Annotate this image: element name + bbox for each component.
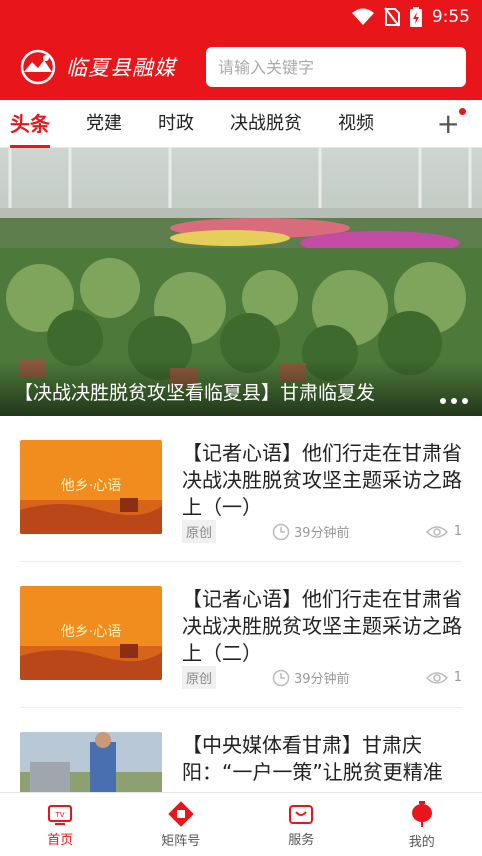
news-list: 他乡·心语 【记者心语】他们行走在甘肃省决战决胜脱贫攻坚主题采访之路上（一） 原… xyxy=(0,416,482,854)
lantern-icon xyxy=(411,800,432,827)
nav-profile-label: 我的 xyxy=(408,834,435,850)
news-item[interactable]: 他乡·心语 【记者心语】他们行走在甘肃省决战决胜脱贫攻坚主题采访之路上（一） 原… xyxy=(20,416,462,562)
no-sim-icon xyxy=(384,7,400,27)
nav-service[interactable]: 服务 xyxy=(241,793,362,856)
banner-caption[interactable]: 【决战决胜脱贫攻坚看临夏县】甘肃临夏发 xyxy=(0,360,482,416)
svg-text:TV: TV xyxy=(55,811,65,819)
search-box[interactable] xyxy=(206,47,466,87)
nav-home-label: 首页 xyxy=(47,832,74,848)
news-item[interactable]: 他乡·心语 【记者心语】他们行走在甘肃省决战决胜脱贫攻坚主题采访之路上（二） 原… xyxy=(20,562,462,708)
news-title[interactable]: 【记者心语】他们行走在甘肃省决战决胜脱贫攻坚主题采访之路上（一） xyxy=(182,440,462,521)
eye-icon xyxy=(425,671,448,684)
clock-icon xyxy=(272,669,290,686)
status-bar: 9:55 xyxy=(0,0,482,34)
original-badge: 原创 xyxy=(182,666,217,689)
publish-time: 39分钟前 xyxy=(294,526,350,541)
clock-icon xyxy=(272,523,290,540)
service-icon xyxy=(289,804,314,824)
news-thumbnail: 他乡·心语 xyxy=(20,440,162,534)
tab-video[interactable]: 视频 xyxy=(338,100,374,148)
category-tabs: 头条 党建 时政 决战脱贫 视频 + xyxy=(0,100,482,148)
nav-service-label: 服务 xyxy=(288,832,315,848)
app-logo: 临夏县融媒 xyxy=(16,48,206,86)
thumb-text: 他乡·心语 xyxy=(61,478,121,494)
add-tab-button[interactable]: + xyxy=(437,110,460,138)
tab-party-building[interactable]: 党建 xyxy=(86,100,122,148)
logo-emblem-icon xyxy=(20,49,56,85)
nav-matrix-label: 矩阵号 xyxy=(161,833,201,849)
carousel-indicator xyxy=(440,398,468,404)
original-badge: 原创 xyxy=(182,520,217,543)
wifi-icon xyxy=(351,8,374,25)
tv-icon: TV xyxy=(48,804,73,825)
news-title[interactable]: 【中央媒体看甘肃】甘肃庆阳：“一户一策”让脱贫更精准 xyxy=(182,732,462,786)
tab-politics[interactable]: 时政 xyxy=(158,100,194,148)
tab-headlines[interactable]: 头条 xyxy=(10,100,50,148)
news-thumbnail: 他乡·心语 xyxy=(20,586,162,680)
banner-carousel[interactable]: 【决战决胜脱贫攻坚看临夏县】甘肃临夏发 xyxy=(0,148,482,416)
news-title[interactable]: 【记者心语】他们行走在甘肃省决战决胜脱贫攻坚主题采访之路上（二） xyxy=(182,586,462,667)
tab-poverty-alleviation[interactable]: 决战脱贫 xyxy=(230,100,302,148)
nav-profile[interactable]: 我的 xyxy=(362,793,482,856)
notification-dot xyxy=(459,108,466,115)
view-count: 1 xyxy=(453,524,462,539)
matrix-icon xyxy=(168,800,194,827)
thumb-text: 他乡·心语 xyxy=(61,624,121,640)
app-header: 临夏县融媒 xyxy=(0,34,482,100)
eye-icon xyxy=(425,525,448,538)
nav-home[interactable]: TV 首页 xyxy=(0,793,121,856)
logo-text: 临夏县融媒 xyxy=(66,56,176,80)
bottom-navigation: TV 首页 矩阵号 服务 我的 xyxy=(0,792,482,856)
nav-matrix[interactable]: 矩阵号 xyxy=(121,793,242,856)
status-time: 9:55 xyxy=(431,7,470,27)
view-count: 1 xyxy=(453,670,462,685)
publish-time: 39分钟前 xyxy=(294,672,350,687)
search-input[interactable] xyxy=(218,57,454,77)
battery-icon xyxy=(409,7,422,27)
